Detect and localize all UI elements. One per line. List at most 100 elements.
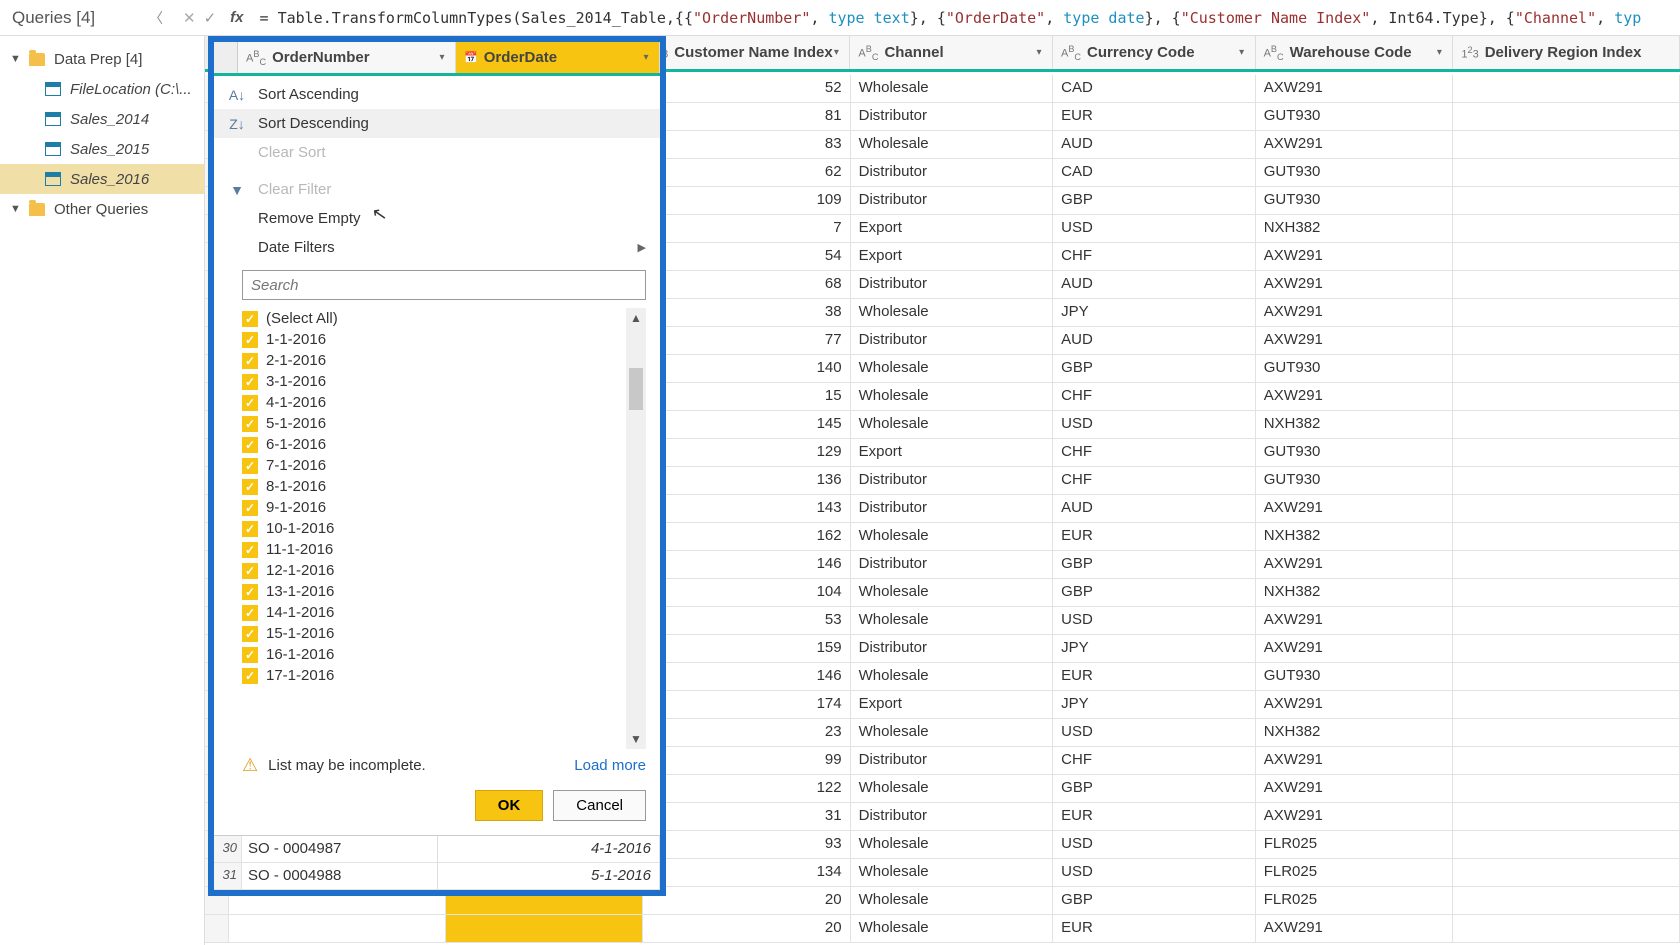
dropdown-icon[interactable]: ▾: [1030, 44, 1048, 62]
cell-warehouse: AXW291: [1256, 131, 1454, 158]
checkbox-icon[interactable]: ✓: [242, 605, 258, 621]
filter-value-item[interactable]: ✓15-1-2016: [242, 623, 624, 644]
checkbox-icon[interactable]: ✓: [242, 647, 258, 663]
filter-value-item[interactable]: ✓10-1-2016: [242, 518, 624, 539]
date-filters[interactable]: Date Filters▶: [214, 233, 660, 262]
dropdown-icon[interactable]: ▾: [637, 49, 655, 67]
cell-currency: EUR: [1053, 523, 1256, 550]
remove-empty[interactable]: Remove Empty: [214, 204, 660, 233]
checkbox-icon[interactable]: ✓: [242, 542, 258, 558]
filter-scrollbar[interactable]: ▲ ▼: [626, 308, 646, 749]
filter-value-item[interactable]: ✓12-1-2016: [242, 560, 624, 581]
filter-value-item[interactable]: ✓3-1-2016: [242, 371, 624, 392]
checkbox-icon[interactable]: ✓: [242, 626, 258, 642]
query-sales-2016[interactable]: Sales_2016: [0, 164, 204, 194]
cell-delivery-region: [1453, 775, 1680, 802]
cell-customer-index: 7: [643, 215, 850, 242]
checkbox-icon[interactable]: ✓: [242, 500, 258, 516]
filter-value-item[interactable]: ✓17-1-2016: [242, 665, 624, 686]
filter-value-item[interactable]: ✓7-1-2016: [242, 455, 624, 476]
cell-customer-index: 31: [643, 803, 850, 830]
cell-customer-index: 174: [643, 691, 850, 718]
checkbox-icon[interactable]: ✓: [242, 479, 258, 495]
expand-icon[interactable]: ▼: [10, 53, 20, 65]
cancel-formula-icon[interactable]: ✕: [183, 9, 196, 27]
formula-text[interactable]: = Table.TransformColumnTypes(Sales_2014_…: [260, 9, 1642, 27]
row-number: 30: [214, 836, 242, 862]
filter-value-item[interactable]: ✓4-1-2016: [242, 392, 624, 413]
filter-value-item[interactable]: ✓11-1-2016: [242, 539, 624, 560]
checkbox-icon[interactable]: ✓: [242, 395, 258, 411]
cell-warehouse: GUT930: [1256, 663, 1454, 690]
checkbox-icon[interactable]: ✓: [242, 437, 258, 453]
cell-channel: Export: [851, 215, 1054, 242]
cell-customer-index: 143: [643, 495, 850, 522]
dropdown-icon[interactable]: ▾: [1430, 44, 1448, 62]
cell-delivery-region: [1453, 467, 1680, 494]
checkbox-icon[interactable]: ✓: [242, 374, 258, 390]
load-more-link[interactable]: Load more: [574, 757, 646, 774]
cell-delivery-region: [1453, 103, 1680, 130]
sort-descending[interactable]: Z↓Sort Descending ↖: [214, 109, 660, 138]
cell-customer-index: 93: [643, 831, 850, 858]
checkbox-icon[interactable]: ✓: [242, 311, 258, 327]
cancel-button[interactable]: Cancel: [553, 790, 646, 821]
filter-value-item[interactable]: ✓2-1-2016: [242, 350, 624, 371]
checkbox-icon[interactable]: ✓: [242, 416, 258, 432]
filter-footer-rows: 30 SO - 0004987 4-1-2016 31 SO - 0004988…: [214, 835, 660, 890]
cell-currency: AUD: [1053, 327, 1256, 354]
col-customer-index[interactable]: 123Customer Name Index▾: [643, 36, 850, 69]
dropdown-icon[interactable]: ▾: [827, 44, 845, 62]
search-input[interactable]: [242, 270, 646, 300]
checkbox-icon[interactable]: ✓: [242, 458, 258, 474]
cell-warehouse: AXW291: [1256, 747, 1454, 774]
query-filelocation[interactable]: FileLocation (C:\...: [0, 74, 204, 104]
checkbox-icon[interactable]: ✓: [242, 668, 258, 684]
cell-currency: CHF: [1053, 439, 1256, 466]
col-ordernumber[interactable]: ABCOrderNumber▾: [238, 42, 456, 73]
dropdown-icon[interactable]: ▾: [1233, 44, 1251, 62]
col-delivery-region[interactable]: 123Delivery Region Index: [1453, 36, 1680, 69]
checkbox-icon[interactable]: ✓: [242, 584, 258, 600]
col-currency[interactable]: ABCCurrency Code▾: [1053, 36, 1256, 69]
scroll-up-icon[interactable]: ▲: [630, 308, 642, 328]
filter-value-item[interactable]: ✓9-1-2016: [242, 497, 624, 518]
table-row: 31 SO - 0004988 5-1-2016: [214, 863, 660, 890]
filter-value-item[interactable]: ✓6-1-2016: [242, 434, 624, 455]
folder-other-queries[interactable]: ▼ Other Queries: [0, 194, 204, 224]
col-warehouse[interactable]: ABCWarehouse Code▾: [1256, 36, 1454, 69]
type-text-icon: ABC: [246, 49, 266, 67]
scroll-down-icon[interactable]: ▼: [630, 729, 642, 749]
ok-button[interactable]: OK: [475, 790, 544, 821]
filter-value-item[interactable]: ✓5-1-2016: [242, 413, 624, 434]
filter-value-item[interactable]: ✓16-1-2016: [242, 644, 624, 665]
cell-channel: Wholesale: [851, 831, 1054, 858]
checkbox-icon[interactable]: ✓: [242, 563, 258, 579]
col-orderdate-active[interactable]: 📅OrderDate▾: [456, 42, 660, 73]
cell-currency: CHF: [1053, 383, 1256, 410]
table-row[interactable]: 20WholesaleEURAXW291: [205, 915, 1680, 943]
col-channel[interactable]: ABCChannel▾: [850, 36, 1053, 69]
folder-data-prep[interactable]: ▼ Data Prep [4]: [0, 44, 204, 74]
expand-icon[interactable]: ▼: [10, 203, 20, 215]
filter-value-item[interactable]: ✓13-1-2016: [242, 581, 624, 602]
query-sales-2014[interactable]: Sales_2014: [0, 104, 204, 134]
cell-warehouse: GUT930: [1256, 159, 1454, 186]
filter-value-item[interactable]: ✓1-1-2016: [242, 329, 624, 350]
checkbox-icon[interactable]: ✓: [242, 521, 258, 537]
cell-customer-index: 109: [643, 187, 850, 214]
accept-formula-icon[interactable]: ✓: [204, 9, 217, 27]
query-sales-2015[interactable]: Sales_2015: [0, 134, 204, 164]
checkbox-icon[interactable]: ✓: [242, 353, 258, 369]
formula-bar: ✕ ✓ fx = Table.TransformColumnTypes(Sale…: [175, 9, 1680, 27]
cell-channel: Distributor: [851, 635, 1054, 662]
checkbox-icon[interactable]: ✓: [242, 332, 258, 348]
filter-value-item[interactable]: ✓(Select All): [242, 308, 624, 329]
dropdown-icon[interactable]: ▾: [433, 49, 451, 67]
sort-ascending[interactable]: A↓Sort Ascending: [214, 80, 660, 109]
cell-warehouse: AXW291: [1256, 327, 1454, 354]
collapse-sidebar-icon[interactable]: 〈: [149, 8, 163, 28]
scroll-thumb[interactable]: [629, 368, 643, 410]
filter-value-item[interactable]: ✓14-1-2016: [242, 602, 624, 623]
filter-value-item[interactable]: ✓8-1-2016: [242, 476, 624, 497]
